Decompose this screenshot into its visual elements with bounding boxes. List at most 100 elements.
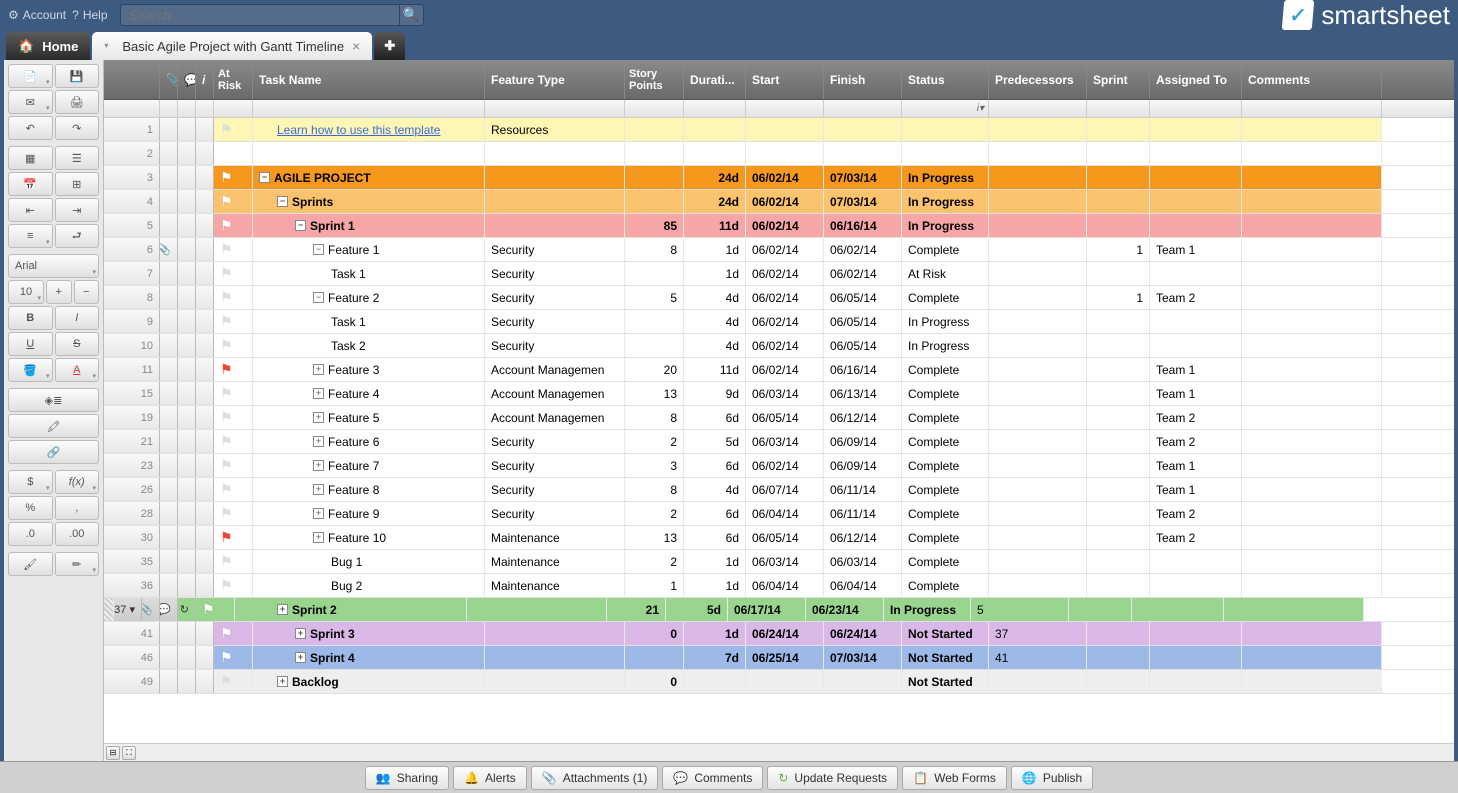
at-risk-cell[interactable]: ⚑ bbox=[214, 406, 253, 429]
duration-cell[interactable]: 5d bbox=[684, 430, 746, 453]
attachment-icon[interactable] bbox=[160, 454, 178, 477]
finish-cell[interactable]: 07/03/14 bbox=[824, 190, 902, 213]
assigned-to-cell[interactable] bbox=[1150, 214, 1242, 237]
finish-cell[interactable]: 06/02/14 bbox=[824, 262, 902, 285]
card-view-button[interactable]: ⊞ bbox=[55, 172, 100, 196]
story-points-cell[interactable]: 85 bbox=[625, 214, 684, 237]
assigned-to-cell[interactable]: Team 1 bbox=[1150, 454, 1242, 477]
font-select[interactable]: Arial▾ bbox=[8, 254, 99, 278]
info-icon[interactable] bbox=[196, 310, 214, 333]
tab-add[interactable]: ✚ bbox=[374, 32, 405, 60]
start-cell[interactable]: 06/02/14 bbox=[746, 310, 824, 333]
at-risk-cell[interactable]: ⚑ bbox=[214, 118, 253, 141]
table-row[interactable]: 19⚑+Feature 5Account Managemen86d06/05/1… bbox=[104, 406, 1454, 430]
at-risk-cell[interactable]: ⚑ bbox=[214, 190, 253, 213]
story-points-cell[interactable]: 8 bbox=[625, 238, 684, 261]
row-number[interactable]: 4 bbox=[104, 190, 160, 213]
predecessors-cell[interactable] bbox=[989, 406, 1087, 429]
start-cell[interactable]: 06/05/14 bbox=[746, 526, 824, 549]
comments-cell[interactable] bbox=[1242, 430, 1382, 453]
story-points-cell[interactable] bbox=[625, 118, 684, 141]
flag-icon[interactable]: ⚑ bbox=[220, 553, 233, 570]
attachment-icon[interactable] bbox=[160, 142, 178, 165]
update-requests-button[interactable]: ↻Update Requests bbox=[767, 766, 898, 790]
assigned-to-cell[interactable]: Team 2 bbox=[1150, 406, 1242, 429]
finish-cell[interactable]: 06/05/14 bbox=[824, 334, 902, 357]
assigned-to-cell[interactable] bbox=[1150, 142, 1242, 165]
table-row[interactable]: 28⚑+Feature 9Security26d06/04/1406/11/14… bbox=[104, 502, 1454, 526]
finish-cell[interactable]: 06/11/14 bbox=[824, 502, 902, 525]
reminder-icon[interactable]: ↻ bbox=[178, 598, 196, 621]
col-sprint[interactable]: Sprint bbox=[1087, 60, 1150, 99]
comments-cell[interactable] bbox=[1242, 646, 1382, 669]
predecessors-cell[interactable]: 5 bbox=[971, 598, 1069, 621]
duration-cell[interactable] bbox=[684, 118, 746, 141]
duration-cell[interactable]: 6d bbox=[684, 526, 746, 549]
at-risk-cell[interactable]: ⚑ bbox=[214, 574, 253, 597]
finish-cell[interactable]: 06/16/14 bbox=[824, 214, 902, 237]
comments-button[interactable]: 💬Comments bbox=[662, 766, 763, 790]
table-row[interactable]: 10⚑Task 2Security4d06/02/1406/05/14In Pr… bbox=[104, 334, 1454, 358]
flag-icon[interactable]: ⚑ bbox=[220, 457, 233, 474]
status-cell[interactable]: At Risk bbox=[902, 262, 989, 285]
row-number[interactable]: 5 bbox=[104, 214, 160, 237]
duration-cell[interactable]: 11d bbox=[684, 358, 746, 381]
assigned-to-cell[interactable]: Team 2 bbox=[1150, 502, 1242, 525]
info-icon[interactable] bbox=[196, 118, 214, 141]
decimal-inc-button[interactable]: .00 bbox=[55, 522, 100, 546]
sharing-button[interactable]: 👥Sharing bbox=[365, 766, 449, 790]
status-filter-icon[interactable]: i ▾ bbox=[902, 100, 989, 117]
comments-cell[interactable] bbox=[1242, 310, 1382, 333]
predecessors-cell[interactable]: 37 bbox=[989, 622, 1087, 645]
start-cell[interactable] bbox=[746, 118, 824, 141]
close-icon[interactable]: × bbox=[352, 38, 360, 54]
at-risk-cell[interactable]: ⚑ bbox=[214, 382, 253, 405]
finish-cell[interactable]: 06/11/14 bbox=[824, 478, 902, 501]
assigned-to-cell[interactable]: Team 2 bbox=[1150, 526, 1242, 549]
start-cell[interactable]: 06/02/14 bbox=[746, 454, 824, 477]
template-link[interactable]: Learn how to use this template bbox=[277, 123, 440, 137]
tab-home[interactable]: 🏠 Home bbox=[6, 32, 90, 60]
start-cell[interactable]: 06/02/14 bbox=[746, 166, 824, 189]
status-cell[interactable]: In Progress bbox=[884, 598, 971, 621]
story-points-cell[interactable] bbox=[625, 262, 684, 285]
attachment-icon[interactable] bbox=[160, 406, 178, 429]
expand-icon[interactable]: + bbox=[295, 652, 306, 663]
finish-cell[interactable]: 07/03/14 bbox=[824, 166, 902, 189]
text-color-button[interactable]: A▾ bbox=[55, 358, 100, 382]
comments-cell[interactable] bbox=[1242, 262, 1382, 285]
story-points-cell[interactable]: 0 bbox=[625, 670, 684, 693]
attachment-icon[interactable] bbox=[160, 190, 178, 213]
discussion-icon[interactable] bbox=[178, 430, 196, 453]
help-link[interactable]: ? Help bbox=[72, 8, 107, 22]
status-cell[interactable]: Complete bbox=[902, 550, 989, 573]
flag-icon[interactable]: ⚑ bbox=[220, 217, 233, 234]
at-risk-cell[interactable]: ⚑ bbox=[214, 502, 253, 525]
save-icon-button[interactable]: 💾 bbox=[55, 64, 100, 88]
predecessors-cell[interactable] bbox=[989, 166, 1087, 189]
story-points-cell[interactable]: 2 bbox=[625, 550, 684, 573]
sprint-cell[interactable] bbox=[1087, 526, 1150, 549]
finish-cell[interactable]: 06/09/14 bbox=[824, 430, 902, 453]
col-task-name[interactable]: Task Name bbox=[253, 60, 485, 99]
comments-cell[interactable] bbox=[1242, 166, 1382, 189]
predecessors-cell[interactable] bbox=[989, 430, 1087, 453]
attachment-icon[interactable] bbox=[160, 286, 178, 309]
clear-format-button[interactable]: ✏▾ bbox=[55, 552, 100, 576]
attachment-icon[interactable] bbox=[160, 382, 178, 405]
feature-type-cell[interactable] bbox=[485, 142, 625, 165]
comments-cell[interactable] bbox=[1242, 382, 1382, 405]
task-name-cell[interactable]: +Sprint 2 bbox=[235, 598, 467, 621]
flag-icon[interactable]: ⚑ bbox=[220, 481, 233, 498]
italic-button[interactable]: I bbox=[55, 306, 100, 330]
flag-icon[interactable]: ⚑ bbox=[220, 265, 233, 282]
at-risk-cell[interactable]: ⚑ bbox=[196, 598, 235, 621]
save-button[interactable]: 📄▾ bbox=[8, 64, 53, 88]
print-button[interactable]: 🖨 bbox=[55, 90, 100, 114]
task-name-cell[interactable]: Task 1 bbox=[253, 262, 485, 285]
attachment-icon[interactable] bbox=[160, 550, 178, 573]
discussion-icon[interactable] bbox=[178, 526, 196, 549]
alerts-button[interactable]: 🔔Alerts bbox=[453, 766, 527, 790]
status-cell[interactable]: Complete bbox=[902, 430, 989, 453]
row-number[interactable]: 2 bbox=[104, 142, 160, 165]
